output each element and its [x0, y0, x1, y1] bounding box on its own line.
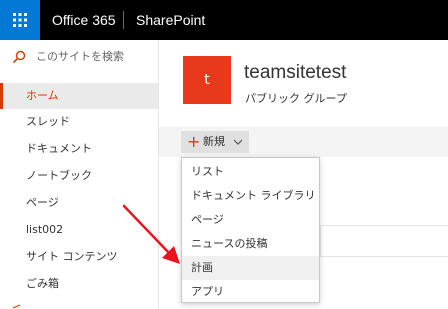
suite-bar: Office 365 SharePoint — [0, 0, 448, 40]
menu-item-list[interactable]: リスト — [182, 160, 319, 184]
site-search-box[interactable]: このサイトを検索 — [0, 40, 158, 73]
edit-links-partial — [0, 302, 158, 309]
menu-item-document-library[interactable]: ドキュメント ライブラリ — [182, 184, 319, 208]
menu-item-news-post[interactable]: ニュースの投稿 — [182, 232, 319, 256]
sharepoint-link[interactable]: SharePoint — [136, 0, 205, 40]
command-bar: + 新規 — [159, 127, 448, 157]
chevron-down-icon — [233, 139, 243, 145]
new-button[interactable]: + 新規 — [181, 131, 249, 153]
site-privacy-label: パブリック グループ — [245, 92, 347, 105]
search-placeholder: このサイトを検索 — [36, 50, 124, 63]
nav-item-notebook[interactable]: ノートブック — [0, 163, 158, 189]
search-icon — [12, 50, 26, 64]
menu-item-app[interactable]: アプリ — [182, 280, 319, 304]
site-title[interactable]: teamsitetest — [244, 62, 346, 84]
menu-item-plan[interactable]: 計画 — [182, 256, 319, 280]
site-header: t teamsitetest パブリック グループ — [159, 40, 448, 127]
nav-item-home[interactable]: ホーム — [0, 83, 158, 109]
background-panel — [320, 225, 448, 257]
left-navigation: このサイトを検索 ホーム スレッド ドキュメント ノートブック ページ list… — [0, 40, 159, 309]
waffle-icon — [13, 13, 27, 27]
site-logo[interactable]: t — [183, 56, 231, 104]
pencil-icon — [12, 304, 21, 309]
nav-item-recycle-bin[interactable]: ごみ箱 — [0, 271, 158, 297]
plus-icon: + — [187, 132, 201, 151]
suite-divider — [123, 11, 124, 29]
new-menu-dropdown: リスト ドキュメント ライブラリ ページ ニュースの投稿 計画 アプリ — [181, 157, 320, 303]
annotation-arrow — [122, 204, 180, 264]
nav-item-threads[interactable]: スレッド — [0, 109, 158, 135]
office365-link[interactable]: Office 365 — [52, 0, 116, 40]
nav-item-documents[interactable]: ドキュメント — [0, 136, 158, 162]
new-button-label: 新規 — [203, 135, 225, 148]
app-launcher-button[interactable] — [0, 0, 40, 40]
menu-item-page[interactable]: ページ — [182, 208, 319, 232]
